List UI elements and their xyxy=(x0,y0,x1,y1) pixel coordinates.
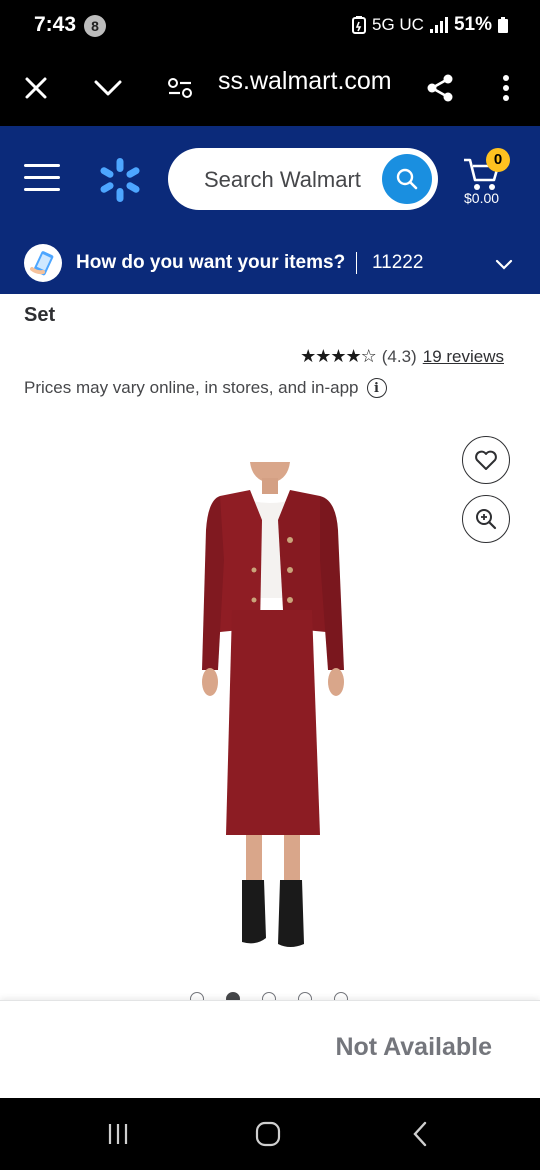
status-time: 7:43 xyxy=(34,13,77,36)
home-icon xyxy=(255,1121,281,1147)
delivery-phone-icon xyxy=(24,244,62,282)
home-button[interactable] xyxy=(248,1116,288,1152)
share-icon xyxy=(427,74,453,102)
collapse-button[interactable] xyxy=(86,66,130,110)
more-vert-icon xyxy=(503,75,509,101)
favorite-button[interactable] xyxy=(462,436,510,484)
signal-icon xyxy=(429,17,448,33)
reviews-link[interactable]: 19 reviews xyxy=(423,347,504,367)
share-button[interactable] xyxy=(418,66,462,110)
system-nav-bar xyxy=(0,1098,540,1170)
zoom-in-icon xyxy=(476,509,497,530)
close-icon xyxy=(25,77,47,99)
info-icon[interactable]: i xyxy=(366,378,387,398)
battery-saver-icon xyxy=(352,16,366,34)
rating-row: ★★★★☆ (4.3) 19 reviews xyxy=(300,346,504,367)
battery-percent: 51% xyxy=(453,14,492,35)
site-settings-button[interactable] xyxy=(158,66,202,110)
availability-bar: Not Available xyxy=(0,1000,540,1098)
chevron-down-icon xyxy=(94,80,122,96)
back-icon xyxy=(413,1121,427,1147)
zoom-button[interactable] xyxy=(462,495,510,543)
price-note: Prices may vary online, in stores, and i… xyxy=(24,378,387,398)
search-input[interactable]: Search Walmart xyxy=(168,148,438,210)
url-bar[interactable]: ss.walmart.com xyxy=(218,67,392,96)
recent-apps-icon xyxy=(108,1124,128,1144)
search-placeholder: Search Walmart xyxy=(204,167,361,192)
network-type: 5G UC xyxy=(372,15,424,34)
delivery-selector[interactable]: How do you want your items? 11222 xyxy=(0,238,540,294)
status-indicators: 5G UC 51% xyxy=(352,14,508,36)
delivery-question: How do you want your items? xyxy=(76,252,346,273)
hamburger-icon xyxy=(24,164,60,167)
search-icon xyxy=(396,168,418,190)
divider xyxy=(356,252,357,274)
battery-icon xyxy=(498,17,508,33)
menu-button[interactable] xyxy=(24,164,60,196)
cart-button[interactable]: 0 $0.00 xyxy=(460,148,516,212)
search-button[interactable] xyxy=(382,154,432,204)
hamburger-line xyxy=(24,176,60,179)
status-bar: 7:43 8 5G UC 51% xyxy=(0,0,540,52)
close-tab-button[interactable] xyxy=(14,66,58,110)
recent-apps-button[interactable] xyxy=(98,1116,138,1152)
notification-count-badge: 8 xyxy=(84,15,106,37)
rating-value: (4.3) xyxy=(381,346,417,366)
availability-status: Not Available xyxy=(335,1033,492,1061)
site-settings-icon xyxy=(168,78,192,98)
more-options-button[interactable] xyxy=(484,66,528,110)
cart-total: $0.00 xyxy=(464,190,500,206)
product-title: Set xyxy=(24,304,56,326)
back-button[interactable] xyxy=(400,1116,440,1152)
product-image[interactable] xyxy=(180,460,360,960)
heart-icon xyxy=(475,450,497,470)
walmart-spark-logo[interactable] xyxy=(96,156,144,204)
price-note-text: Prices may vary online, in stores, and i… xyxy=(24,378,359,397)
zip-code: 11222 xyxy=(372,252,424,273)
walmart-header: Search Walmart 0 $0.00 How do you want y… xyxy=(0,126,540,294)
hamburger-line xyxy=(24,188,60,191)
cart-count-badge: 0 xyxy=(486,148,510,172)
browser-toolbar: ss.walmart.com xyxy=(0,52,540,126)
product-title-cutoff xyxy=(24,294,484,300)
chevron-down-icon xyxy=(495,259,513,270)
star-rating-icon: ★★★★☆ xyxy=(300,346,377,366)
